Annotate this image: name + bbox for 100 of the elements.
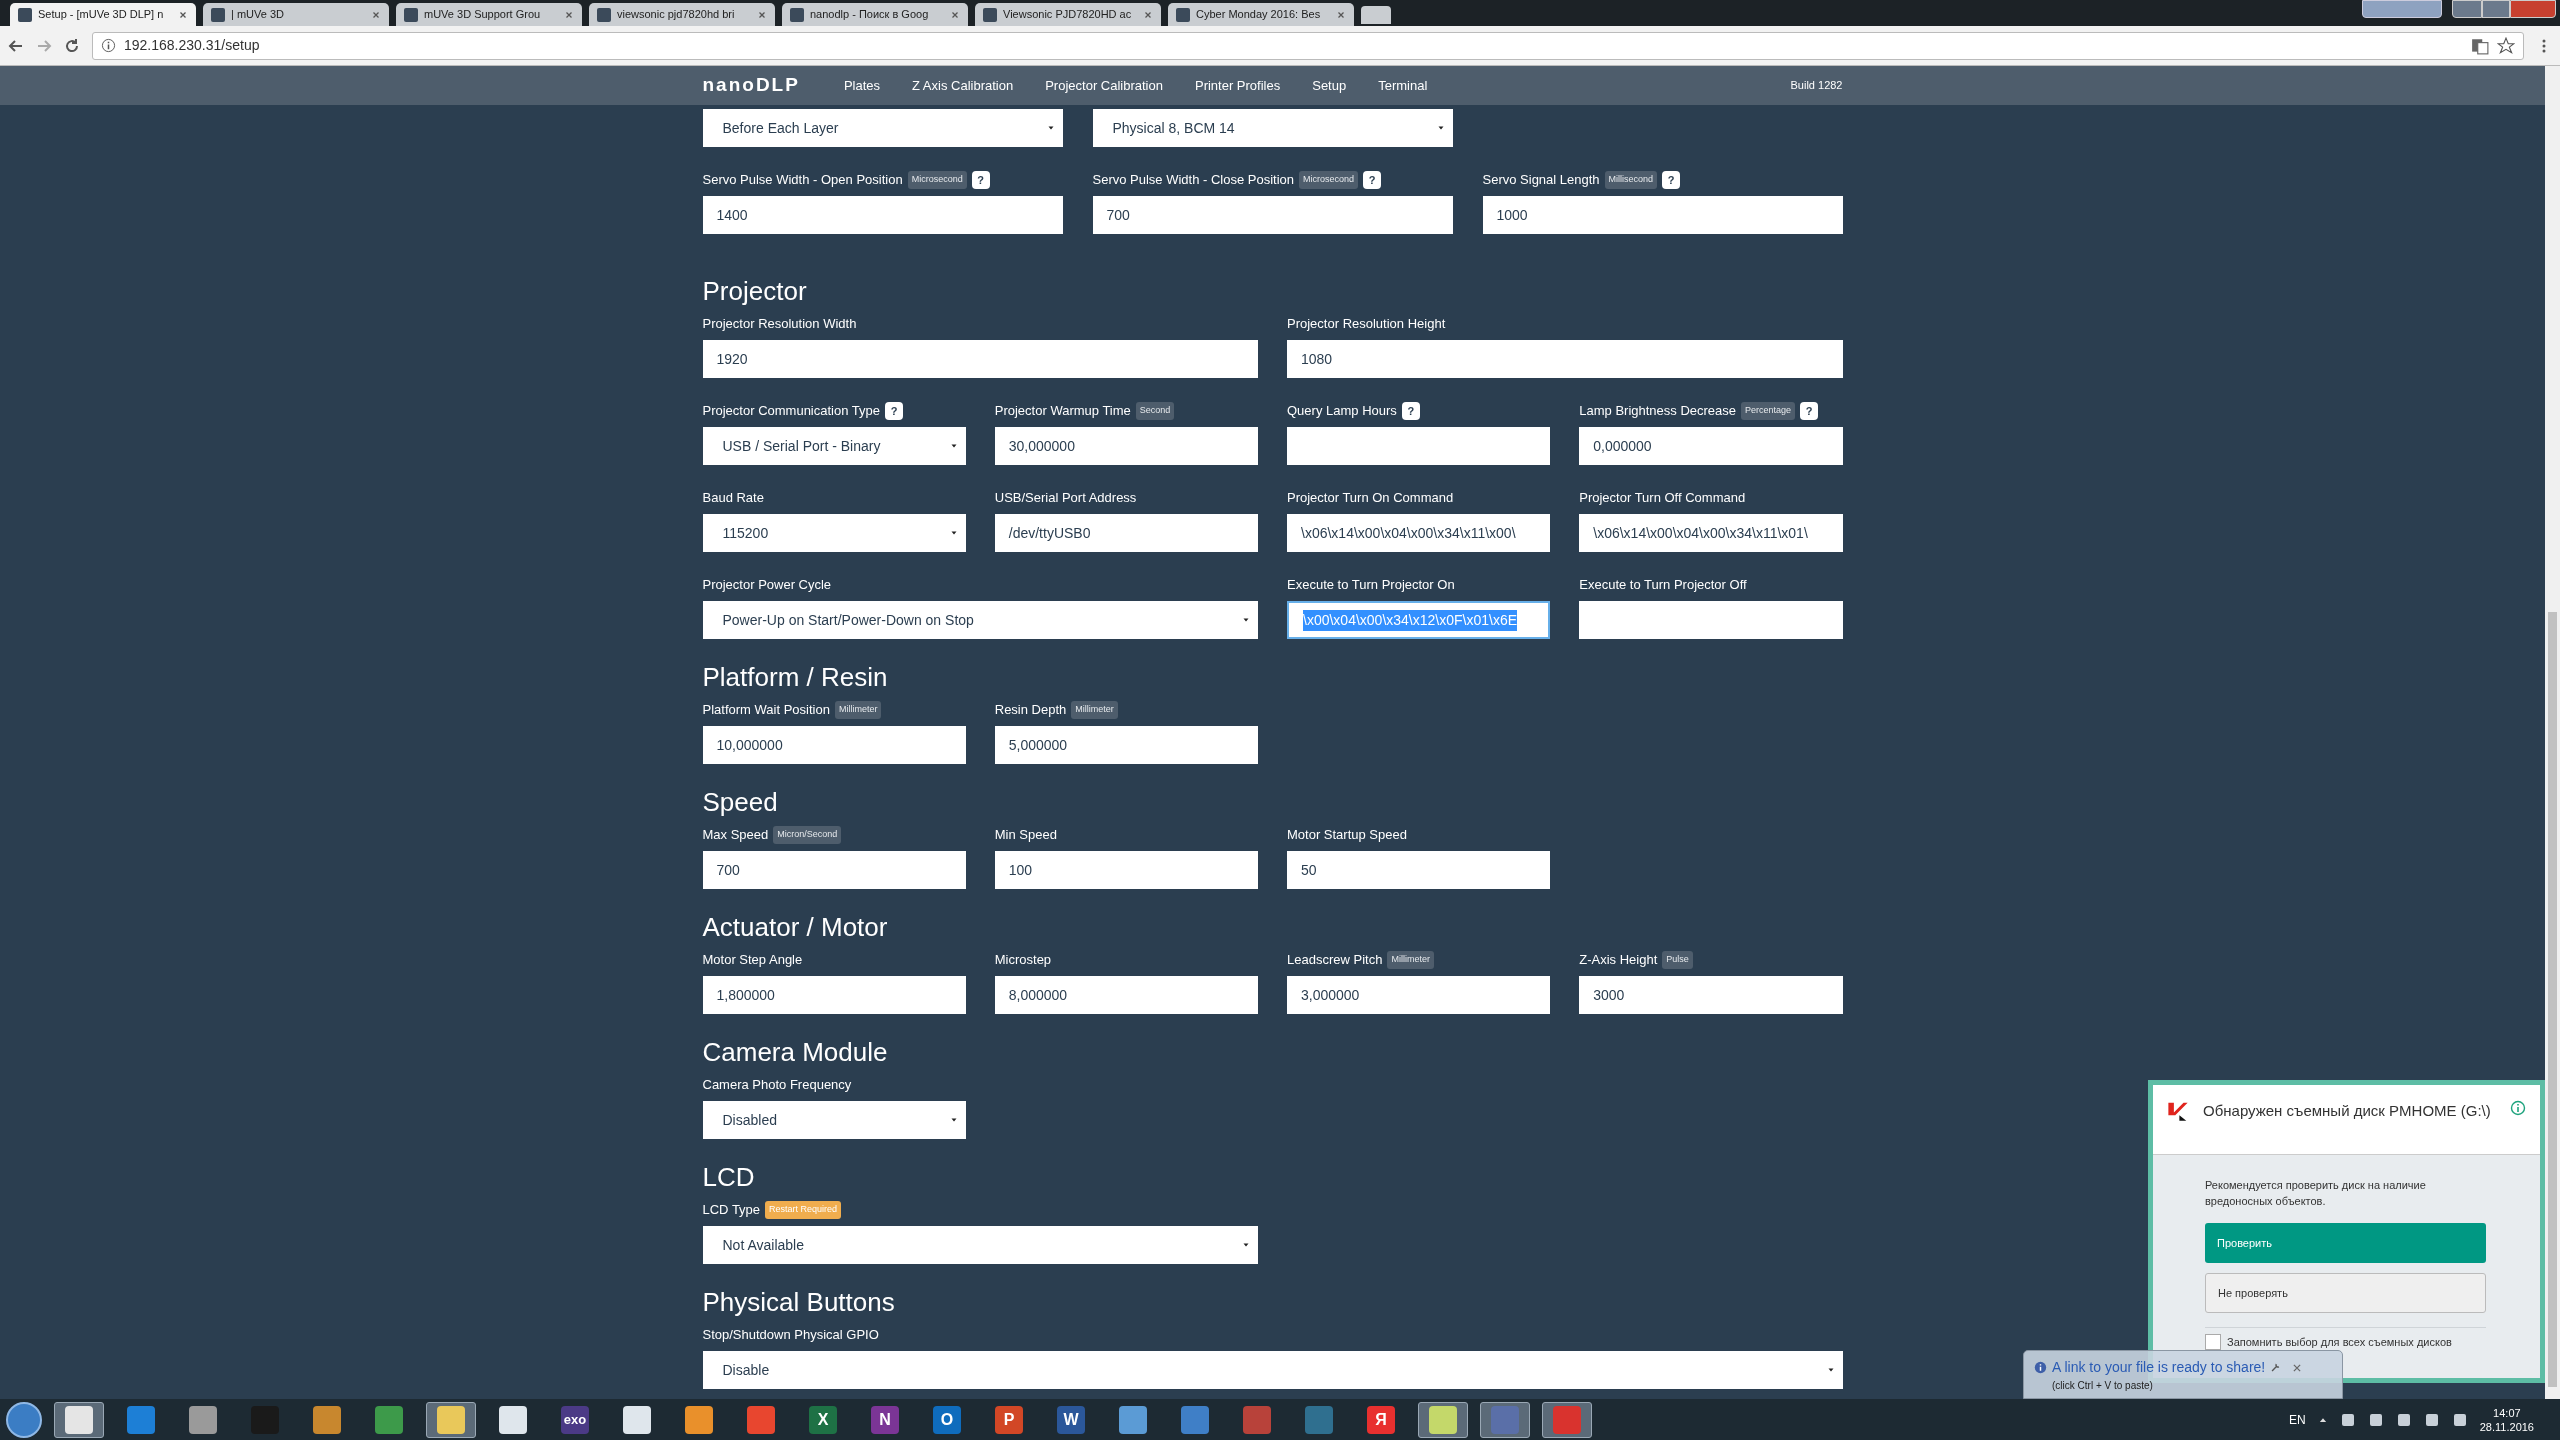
taskbar-button[interactable] xyxy=(54,1401,104,1438)
text-field[interactable]: 30,000000 xyxy=(994,427,1258,465)
info-icon[interactable] xyxy=(2510,1100,2526,1116)
close-button[interactable] xyxy=(2510,0,2556,18)
popup-title: Обнаружен съемный диск PMHOME (G:\) xyxy=(2203,1101,2492,1121)
text-field[interactable]: 1400 xyxy=(702,196,1063,234)
text-field[interactable]: 50 xyxy=(1287,851,1551,889)
translate-icon[interactable] xyxy=(2471,36,2489,55)
section-heading: Speed xyxy=(702,787,779,817)
close-icon[interactable] xyxy=(950,9,960,20)
close-icon[interactable] xyxy=(178,9,188,20)
close-icon[interactable] xyxy=(1336,9,1346,20)
text-field[interactable]: 5,000000 xyxy=(994,726,1258,764)
nav-link[interactable]: Setup xyxy=(1296,66,1363,105)
nav-link[interactable]: Projector Calibration xyxy=(1029,66,1179,105)
taskbar-button[interactable] xyxy=(1480,1401,1530,1438)
tray-app-icon[interactable] xyxy=(2339,1411,2356,1428)
info-icon[interactable] xyxy=(101,38,116,53)
select-dropdown[interactable]: Disable xyxy=(702,1351,1843,1389)
select-dropdown[interactable]: USB / Serial Port - Binary xyxy=(702,427,966,465)
text-field[interactable]: 700 xyxy=(702,851,966,889)
select-dropdown[interactable]: Physical 8, BCM 14 xyxy=(1092,109,1453,147)
select-dropdown[interactable]: 115200 xyxy=(702,514,966,552)
taskbar-button[interactable]: O xyxy=(922,1401,972,1438)
text-field[interactable]: 3,000000 xyxy=(1287,976,1551,1014)
help-button[interactable]: ? xyxy=(1662,171,1681,189)
tab-title: | mUVe 3D xyxy=(231,7,285,23)
wrench-icon[interactable] xyxy=(2270,1362,2282,1373)
text-field[interactable] xyxy=(1579,601,1843,639)
help-button[interactable]: ? xyxy=(885,402,903,420)
field-label: Lamp Brightness Decrease xyxy=(1579,402,1737,421)
select-dropdown[interactable]: Not Available xyxy=(702,1226,1258,1264)
taskbar-button[interactable]: X xyxy=(798,1401,848,1438)
text-field[interactable]: \x06\x14\x00\x04\x00\x34\x11\x01\ xyxy=(1579,514,1843,552)
start-button[interactable] xyxy=(6,1401,42,1438)
close-icon[interactable] xyxy=(371,9,381,20)
select-dropdown[interactable]: Power-Up on Start/Power-Down on Stop xyxy=(702,601,1258,639)
address-bar[interactable]: 192.168.230.31/setup xyxy=(92,31,2524,60)
text-field[interactable]: 8,000000 xyxy=(994,976,1258,1014)
field-label: Motor Step Angle xyxy=(702,951,803,970)
text-field[interactable]: 0,000000 xyxy=(1579,427,1843,465)
text-field[interactable]: 1920 xyxy=(702,340,1258,378)
reload-icon[interactable] xyxy=(64,37,80,54)
help-button[interactable]: ? xyxy=(1401,402,1420,420)
taskbar-button[interactable] xyxy=(1418,1401,1468,1438)
taskbar-button[interactable] xyxy=(1542,1401,1592,1438)
text-field[interactable]: 100 xyxy=(994,851,1258,889)
text-field[interactable]: 10,000000 xyxy=(702,726,966,764)
scrollbar[interactable] xyxy=(2545,66,2560,1399)
field-label: Motor Startup Speed xyxy=(1287,826,1407,845)
unit-badge: Millimeter xyxy=(1071,701,1118,719)
close-icon[interactable] xyxy=(757,9,767,20)
help-button[interactable]: ? xyxy=(1363,171,1382,189)
browser-tab[interactable]: | mUVe 3D xyxy=(203,3,389,26)
minimize-button[interactable] xyxy=(2452,0,2482,18)
restore-button[interactable] xyxy=(2482,0,2510,18)
close-icon[interactable] xyxy=(2292,1362,2303,1373)
taskbar-button[interactable]: N xyxy=(860,1401,910,1438)
taskbar-button[interactable]: Я xyxy=(1356,1401,1406,1438)
text-field[interactable]: 1000 xyxy=(1482,196,1843,234)
nav-link[interactable]: Printer Profiles xyxy=(1178,66,1297,105)
tray-app-icon[interactable] xyxy=(2451,1411,2468,1428)
taskbar-button[interactable] xyxy=(426,1401,476,1438)
scrollbar-thumb[interactable] xyxy=(2548,612,2557,1387)
text-field[interactable]: 3000 xyxy=(1579,976,1843,1014)
clock-time[interactable]: 14:07 xyxy=(2493,1405,2521,1420)
help-button[interactable]: ? xyxy=(1800,402,1819,420)
close-icon[interactable] xyxy=(1143,9,1153,20)
browser-tab[interactable]: Cyber Monday 2016: Bes xyxy=(1168,3,1354,26)
browser-tab[interactable]: mUVe 3D Support Grou xyxy=(396,3,582,26)
browser-tab[interactable]: Setup - [mUVe 3D DLP] n xyxy=(10,3,196,26)
checkbox[interactable] xyxy=(2205,1334,2221,1351)
browser-tab[interactable]: nanodlp - Поиск в Goog xyxy=(782,3,968,26)
app-icon: Я xyxy=(1367,1405,1395,1434)
back-icon[interactable] xyxy=(8,37,24,54)
help-button[interactable]: ? xyxy=(971,171,990,189)
select-dropdown[interactable]: Before Each Layer xyxy=(702,109,1063,147)
taskbar-button[interactable]: W xyxy=(1046,1401,1096,1438)
language-indicator[interactable]: EN xyxy=(2289,1410,2306,1429)
field-label: Projector Turn Off Command xyxy=(1579,489,1746,508)
clock-date[interactable]: 28.11.2016 xyxy=(2479,1419,2534,1434)
taskbar-button[interactable]: exo xyxy=(550,1401,600,1438)
nav-link[interactable]: Plates xyxy=(827,66,897,105)
star-icon[interactable] xyxy=(2497,36,2515,55)
text-field[interactable]: 1080 xyxy=(1287,340,1843,378)
browser-tab[interactable]: Viewsonic PJD7820HD ac xyxy=(975,3,1161,26)
brand-logo[interactable]: nanoDLP xyxy=(702,71,800,100)
text-field[interactable] xyxy=(1287,427,1551,465)
nav-link[interactable]: Terminal xyxy=(1362,66,1444,105)
text-field[interactable]: 1,800000 xyxy=(702,976,966,1014)
taskbar-button[interactable]: P xyxy=(984,1401,1034,1438)
check-button[interactable]: Проверить xyxy=(2205,1223,2486,1263)
text-field[interactable]: \x06\x14\x00\x04\x00\x34\x11\x00\ xyxy=(1287,514,1551,552)
text-field[interactable]: 700 xyxy=(1092,196,1453,234)
close-icon[interactable] xyxy=(564,9,574,20)
select-dropdown[interactable]: Disabled xyxy=(702,1101,966,1139)
browser-tab[interactable]: viewsonic pjd7820hd bri xyxy=(589,3,775,26)
skip-button[interactable]: Не проверять xyxy=(2205,1273,2486,1313)
nav-link[interactable]: Z Axis Calibration xyxy=(896,66,1030,105)
text-field[interactable]: /dev/ttyUSB0 xyxy=(994,514,1258,552)
